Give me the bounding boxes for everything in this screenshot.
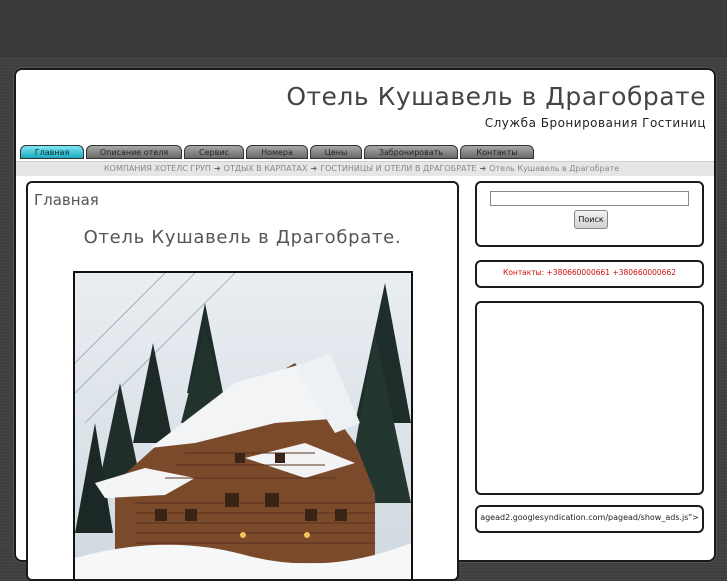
ad-script-text: agead2.googlesyndication.com/pagead/show… bbox=[480, 513, 699, 522]
search-input[interactable] bbox=[490, 191, 689, 206]
site-subtitle: Служба Бронирования Гостиниц bbox=[484, 116, 706, 130]
ad-script-box: agead2.googlesyndication.com/pagead/show… bbox=[475, 505, 704, 533]
breadcrumb: КОМПАНИЯ ХОТЕЛС ГРУП ➜ ОТДЫХ В КАРПАТАХ ➜ ГО… bbox=[16, 161, 714, 176]
main-nav: Главная Описание отеля Сервис Номера Цен… bbox=[20, 145, 536, 161]
contacts-box: Контакты: +380660000661 +380660000662 bbox=[475, 260, 704, 288]
page-container: Отель Кушавель в Драгобрате Служба Брони… bbox=[14, 68, 716, 581]
breadcrumb-link-company[interactable]: КОМПАНИЯ ХОТЕЛС ГРУП bbox=[104, 164, 211, 173]
breadcrumb-separator-icon: ➜ bbox=[479, 164, 487, 173]
nav-tab-prices[interactable]: Цены bbox=[310, 145, 362, 159]
breadcrumb-link-hotels[interactable]: ГОСТИНИЦЫ И ОТЕЛИ В ДРАГОБРАТЕ bbox=[320, 164, 476, 173]
nav-tab-service[interactable]: Сервис bbox=[184, 145, 244, 159]
hotel-photo bbox=[73, 271, 413, 579]
site-title: Отель Кушавель в Драгобрате bbox=[286, 82, 706, 111]
contacts-text: Контакты: +380660000661 +380660000662 bbox=[503, 268, 676, 277]
hotel-title: Отель Кушавель в Драгобрате. bbox=[83, 227, 402, 248]
search-box: Поиск bbox=[475, 181, 704, 247]
page-heading: Главная bbox=[34, 191, 99, 209]
nav-tab-contacts[interactable]: Контакты bbox=[460, 145, 534, 159]
nav-tab-home[interactable]: Главная bbox=[20, 145, 84, 159]
breadcrumb-current: Отель Кушавель в Драгобрате bbox=[489, 164, 620, 173]
search-button[interactable]: Поиск bbox=[574, 210, 608, 229]
nav-tab-booking[interactable]: Забронировать bbox=[364, 145, 458, 159]
top-band bbox=[0, 0, 727, 59]
breadcrumb-separator-icon: ➜ bbox=[213, 164, 221, 173]
ad-box bbox=[475, 301, 704, 495]
breadcrumb-separator-icon: ➜ bbox=[310, 164, 318, 173]
hotel-photo-icon bbox=[75, 273, 411, 579]
breadcrumb-link-carpathians[interactable]: ОТДЫХ В КАРПАТАХ bbox=[224, 164, 308, 173]
nav-tab-rooms[interactable]: Номера bbox=[246, 145, 308, 159]
main-content-box: Главная Отель Кушавель в Драгобрате. bbox=[26, 181, 459, 581]
nav-tab-hotel-description[interactable]: Описание отеля bbox=[86, 145, 182, 159]
